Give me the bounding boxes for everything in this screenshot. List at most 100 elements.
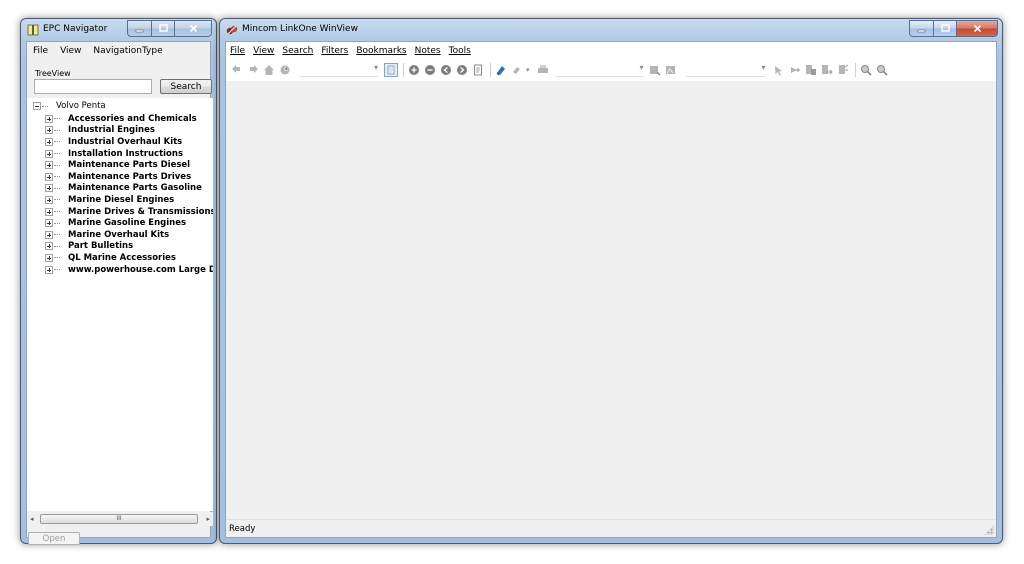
menu-search[interactable]: Search <box>282 46 313 56</box>
export-list-icon[interactable] <box>820 63 834 77</box>
location-combo[interactable] <box>300 63 378 77</box>
expand-icon[interactable] <box>45 219 53 228</box>
winview-minimize-button[interactable] <box>909 20 933 37</box>
tree-item[interactable]: Marine Gasoline Engines <box>45 217 213 229</box>
tree-item[interactable]: Maintenance Parts Drives <box>45 171 213 183</box>
menu-navigation-type[interactable]: NavigationType <box>93 46 162 56</box>
navigator-maximize-button[interactable] <box>151 20 174 37</box>
zoom-out-icon[interactable] <box>423 63 437 77</box>
tree-item-label: Marine Diesel Engines <box>68 194 175 205</box>
note-dropdown-icon[interactable]: ▾ <box>526 66 530 74</box>
find-icon[interactable] <box>859 63 873 77</box>
open-button[interactable]: Open <box>28 532 80 545</box>
expand-icon[interactable] <box>45 207 53 216</box>
linkone-app-icon <box>226 25 238 35</box>
expand-icon[interactable] <box>45 230 53 239</box>
scroll-thumb[interactable]: III <box>40 514 198 524</box>
scroll-left-icon[interactable]: ◂ <box>30 515 34 523</box>
find-next-icon[interactable] <box>875 63 889 77</box>
tree-item-label: QL Marine Accessories <box>68 252 176 263</box>
menu-tools[interactable]: Tools <box>449 46 471 56</box>
resize-grip-icon[interactable] <box>984 525 994 535</box>
next-page-icon[interactable] <box>455 63 469 77</box>
zoom-in-icon[interactable] <box>407 63 421 77</box>
send-list-icon[interactable] <box>836 63 850 77</box>
book-icon <box>27 24 39 36</box>
tree-item[interactable]: Accessories and Chemicals <box>45 113 213 125</box>
tree-item[interactable]: Marine Diesel Engines <box>45 194 213 206</box>
expand-icon[interactable] <box>45 137 53 146</box>
document-icon[interactable] <box>471 63 485 77</box>
tree-connector <box>54 129 60 131</box>
previous-page-icon[interactable] <box>439 63 453 77</box>
picture-icon[interactable] <box>664 63 678 77</box>
tree-root-item[interactable]: Volvo Penta <box>33 101 106 111</box>
tree-item[interactable]: Maintenance Parts Diesel <box>45 159 213 171</box>
navigator-caption-buttons <box>127 20 212 37</box>
tree-item[interactable]: Installation Instructions <box>45 148 213 160</box>
expand-icon[interactable] <box>45 114 53 123</box>
filter-combo[interactable] <box>555 63 644 77</box>
menu-bookmarks[interactable]: Bookmarks <box>356 46 406 56</box>
note-icon[interactable] <box>510 63 524 77</box>
menu-file[interactable]: File <box>230 46 245 56</box>
toolbar-separator <box>403 63 404 77</box>
tree-item[interactable]: Industrial Engines <box>45 125 213 137</box>
print-icon[interactable] <box>536 63 550 77</box>
add-to-list-icon[interactable] <box>788 63 802 77</box>
menu-file[interactable]: File <box>33 46 48 56</box>
expand-icon[interactable] <box>45 172 53 181</box>
expand-icon[interactable] <box>45 184 53 193</box>
navigator-close-button[interactable] <box>174 20 212 37</box>
search-button[interactable]: Search <box>160 79 212 94</box>
expand-icon[interactable] <box>45 126 53 135</box>
expand-icon[interactable] <box>45 253 53 262</box>
winview-titlebar[interactable]: Mincom LinkOne WinView <box>220 19 1002 41</box>
tree-item-label: Industrial Overhaul Kits <box>68 136 183 147</box>
page-view-icon[interactable] <box>384 63 398 77</box>
expand-icon[interactable] <box>45 242 53 251</box>
maximize-icon <box>158 24 168 32</box>
view-combo[interactable] <box>685 63 766 77</box>
tree-item[interactable]: Marine Drives & Transmissions <box>45 206 213 218</box>
tree-item[interactable]: Industrial Overhaul Kits <box>45 136 213 148</box>
document-workspace[interactable] <box>226 81 996 519</box>
collapse-icon[interactable] <box>33 102 41 110</box>
toolbar-separator <box>854 63 856 77</box>
expand-icon[interactable] <box>45 195 53 204</box>
expand-icon[interactable] <box>45 265 53 274</box>
tree-item[interactable]: Maintenance Parts Gasoline <box>45 183 213 195</box>
back-icon[interactable] <box>230 63 244 77</box>
navigator-minimize-button[interactable] <box>127 20 151 37</box>
tree-item[interactable]: QL Marine Accessories <box>45 252 213 264</box>
tree-item[interactable]: Part Bulletins <box>45 241 213 253</box>
tree-item[interactable]: www.powerhouse.com Large Diese <box>45 264 213 276</box>
tree-view[interactable]: Volvo Penta Accessories and Chemicals Ind… <box>27 98 213 511</box>
parts-list-icon[interactable] <box>648 63 662 77</box>
selection-list-icon[interactable] <box>804 63 818 77</box>
history-icon[interactable] <box>278 63 292 77</box>
tree-connector <box>54 118 60 120</box>
tree-item-label: Maintenance Parts Diesel <box>68 160 191 171</box>
menu-view[interactable]: View <box>253 46 274 56</box>
navigator-titlebar[interactable]: EPC Navigator <box>21 19 216 41</box>
forward-icon[interactable] <box>246 63 260 77</box>
menu-view[interactable]: View <box>60 46 81 56</box>
bookmark-icon[interactable] <box>494 63 508 77</box>
expand-icon[interactable] <box>45 149 53 158</box>
horizontal-scrollbar[interactable]: ◂ III ▸ <box>27 512 213 526</box>
tree-search-input[interactable] <box>34 79 152 94</box>
epc-navigator-window: EPC Navigator File View NavigationType T… <box>20 18 217 545</box>
winview-close-button[interactable] <box>956 20 998 37</box>
menu-filters[interactable]: Filters <box>321 46 348 56</box>
select-icon[interactable] <box>772 63 786 77</box>
home-icon[interactable] <box>262 63 276 77</box>
scroll-right-icon[interactable]: ▸ <box>206 515 210 523</box>
tree-item-label: Maintenance Parts Drives <box>68 171 192 182</box>
menu-notes[interactable]: Notes <box>415 46 441 56</box>
tree-item[interactable]: Marine Overhaul Kits <box>45 229 213 241</box>
tree-item-label: Part Bulletins <box>68 241 134 252</box>
tree-item-label: Marine Overhaul Kits <box>68 229 170 240</box>
expand-icon[interactable] <box>45 161 53 170</box>
winview-maximize-button[interactable] <box>933 20 956 37</box>
